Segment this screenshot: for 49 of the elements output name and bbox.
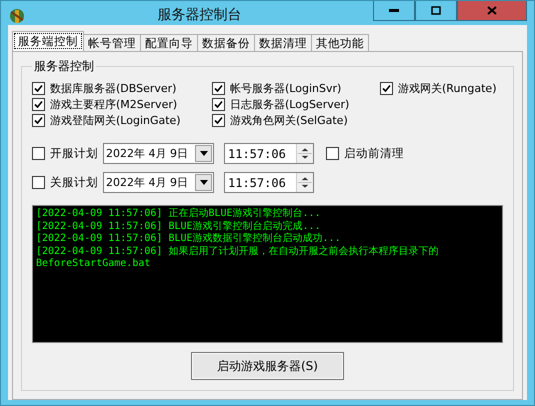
tab[interactable]: 服务端控制 <box>12 31 84 51</box>
log-line: [2022-04-09 11:57:06] BLUE游戏引擎控制台启动完成... <box>36 220 322 232</box>
checkbox[interactable] <box>212 114 225 126</box>
group-title: 服务器控制 <box>33 58 95 75</box>
date-picker[interactable]: 2022年 4月 9日 <box>103 172 214 193</box>
tab[interactable]: 数据备份 <box>197 34 255 51</box>
log-line: [2022-04-09 11:57:06] 正在启动BLUE游戏引擎控制台... <box>36 208 322 220</box>
log-line: BeforeStartGame.bat <box>36 258 152 270</box>
checkbox-label: 数据库服务器(DBServer) <box>50 80 176 96</box>
tab[interactable]: 其他功能 <box>311 34 369 51</box>
checkbox-label: 关服计划 <box>50 175 98 190</box>
close-button[interactable] <box>457 1 527 21</box>
date-picker[interactable]: 2022年 4月 9日 <box>103 143 214 164</box>
time-field[interactable]: 11:57:06 <box>224 143 314 164</box>
maximize-icon <box>431 6 441 15</box>
minimize-icon <box>389 8 399 12</box>
spinner-icon[interactable] <box>296 173 313 192</box>
checkbox-label: 开服计划 <box>50 146 98 161</box>
log-line: [2022-04-09 11:57:06] 如果启用了计划开服，在自动开服之前会执行本程序目录下的 <box>36 246 440 258</box>
checkbox[interactable] <box>326 147 339 160</box>
checkbox[interactable] <box>32 114 45 126</box>
checkbox[interactable] <box>32 82 45 94</box>
checkbox[interactable] <box>212 82 225 94</box>
checkbox-label: 启动前清理 <box>344 146 404 161</box>
window-title: 服务器控制台 <box>156 6 242 24</box>
app-icon <box>8 7 26 25</box>
maximize-button[interactable] <box>415 1 457 21</box>
tab[interactable]: 数据清理 <box>254 34 312 51</box>
checkbox-label: 游戏主要程序(M2Server) <box>50 96 178 112</box>
start-server-button[interactable]: 启动游戏服务器(S) <box>191 352 344 380</box>
checkbox[interactable] <box>380 82 393 94</box>
checkbox[interactable] <box>32 176 45 189</box>
checkbox-label: 游戏角色网关(SelGate) <box>230 112 348 128</box>
dropdown-icon[interactable] <box>195 145 212 162</box>
log-line: [2022-04-09 11:57:06] BLUE游戏数据引擎控制台启动成功... <box>36 233 342 246</box>
checkbox[interactable] <box>32 98 45 110</box>
checkbox-label: 日志服务器(LogServer) <box>230 96 350 112</box>
checkbox-label: 帐号服务器(LoginSvr) <box>230 80 342 96</box>
tab[interactable]: 帐号管理 <box>83 34 141 51</box>
checkbox[interactable] <box>32 147 45 160</box>
minimize-button[interactable] <box>373 1 415 21</box>
time-field[interactable]: 11:57:06 <box>224 172 314 193</box>
dropdown-icon[interactable] <box>195 174 212 191</box>
checkbox-label: 游戏网关(Rungate) <box>398 80 496 96</box>
close-icon <box>487 6 497 15</box>
checkbox-label: 游戏登陆网关(LoginGate) <box>50 112 181 128</box>
checkbox[interactable] <box>212 98 225 110</box>
tab[interactable]: 配置向导 <box>140 34 198 51</box>
spinner-icon[interactable] <box>296 144 313 163</box>
